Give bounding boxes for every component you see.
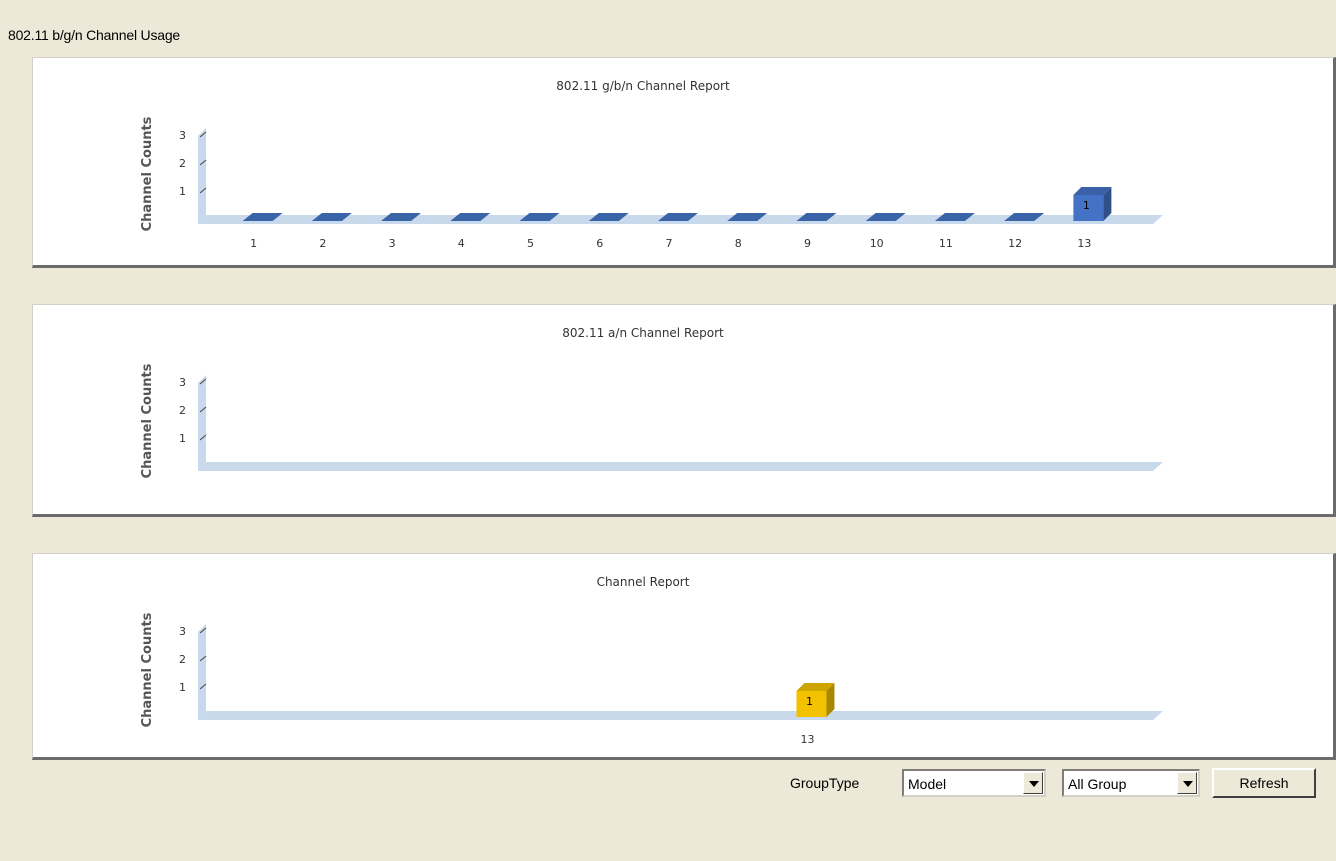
y-tick-label: 2 (179, 404, 186, 417)
chart-title: 802.11 g/b/n Channel Report (556, 79, 730, 93)
bar-data-label: 1 (1083, 199, 1090, 212)
chart-left-wall (198, 128, 206, 224)
chart-bgn: 802.11 g/b/n Channel Report Channel Count… (140, 79, 1163, 250)
chart-floor (198, 462, 1163, 471)
grouptype-label: GroupType (790, 775, 860, 791)
x-tick-label: 5 (527, 237, 534, 250)
x-tick-label: 6 (596, 237, 603, 250)
x-tick-label: 3 (389, 237, 396, 250)
x-tick-label: 13 (800, 733, 814, 746)
bar-data-label: 1 (806, 695, 813, 708)
y-tick-label: 3 (179, 625, 186, 638)
chart-title: 802.11 a/n Channel Report (562, 326, 724, 340)
chart-an: 802.11 a/n Channel Report Channel Counts 1… (140, 326, 1163, 478)
y-tick-label: 1 (179, 681, 186, 694)
chart-left-wall (198, 624, 206, 720)
x-tick-label: 10 (870, 237, 884, 250)
chart-panel-an: 802.11 a/n Channel Report Channel Counts 1… (32, 304, 1336, 517)
y-tick-label: 3 (179, 376, 186, 389)
refresh-button[interactable]: Refresh (1212, 768, 1316, 798)
y-axis-label: Channel Counts (140, 363, 155, 478)
x-tick-label: 2 (319, 237, 326, 250)
y-tick-label: 1 (179, 185, 186, 198)
x-tick-label: 7 (666, 237, 673, 250)
chart-panel-bgn: 802.11 g/b/n Channel Report Channel Count… (32, 57, 1336, 268)
y-tick-label: 3 (179, 129, 186, 142)
chart-title: Channel Report (597, 575, 690, 589)
chart-floor (198, 711, 1163, 720)
grouptype-select-value: Model (908, 776, 947, 792)
grouptype-select[interactable]: Model (902, 769, 1046, 797)
chart-left-wall (198, 375, 206, 471)
x-tick-label: 4 (458, 237, 465, 250)
x-tick-label: 13 (1077, 237, 1091, 250)
chart-panel-channel: Channel Report Channel Counts 1 2 3 1 13 (32, 553, 1336, 760)
x-tick-label: 1 (250, 237, 257, 250)
y-axis-label: Channel Counts (140, 116, 155, 231)
x-tick-label: 8 (735, 237, 742, 250)
chevron-down-icon[interactable] (1177, 772, 1197, 794)
x-tick-label: 11 (939, 237, 953, 250)
chevron-down-icon[interactable] (1023, 772, 1043, 794)
y-axis-label: Channel Counts (140, 612, 155, 727)
y-tick-label: 1 (179, 432, 186, 445)
y-tick-label: 2 (179, 157, 186, 170)
page-title: 802.11 b/g/n Channel Usage (8, 27, 181, 43)
x-tick-label: 9 (804, 237, 811, 250)
group-select-value: All Group (1068, 776, 1127, 792)
y-tick-label: 2 (179, 653, 186, 666)
chart-channel: Channel Report Channel Counts 1 2 3 1 13 (140, 575, 1163, 746)
x-tick-label: 12 (1008, 237, 1022, 250)
group-select[interactable]: All Group (1062, 769, 1200, 797)
